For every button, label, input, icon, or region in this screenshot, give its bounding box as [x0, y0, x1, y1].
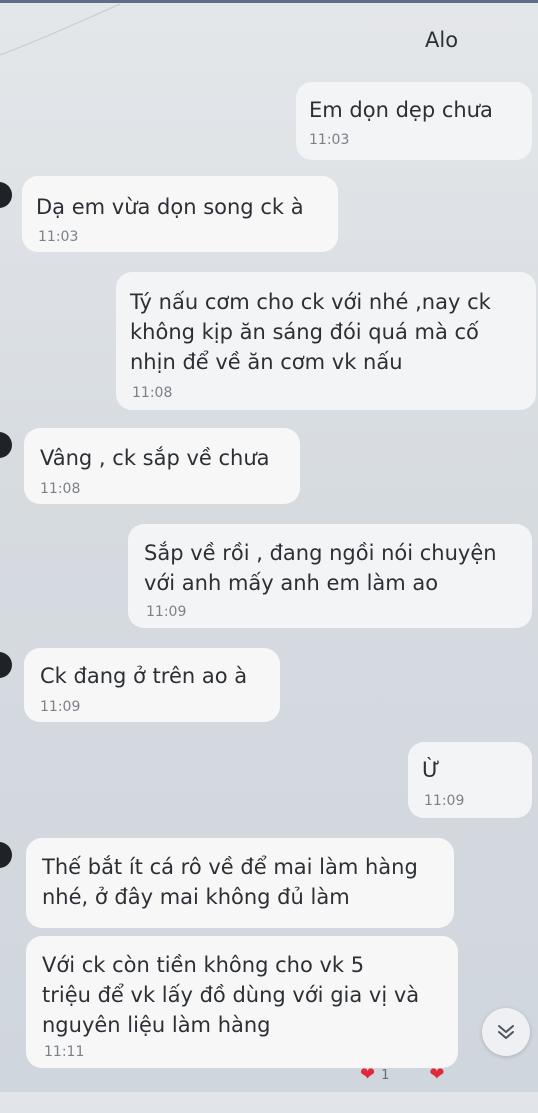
message-text: Thế bắt ít cá rô về để mai làm hàng nhé,… [42, 855, 418, 909]
message-text: Sắp về rồi , đang ngồi nói chuyện với an… [144, 541, 497, 595]
message-time: 11:03 [38, 229, 79, 245]
heart-icon[interactable]: ❤ [360, 1066, 375, 1084]
message-time: 11:08 [40, 481, 81, 497]
message-text: Ck đang ở trên ao à [40, 664, 248, 688]
message-time: 11:09 [40, 699, 81, 715]
avatar[interactable] [0, 182, 12, 208]
message-bubble-outgoing[interactable]: Sắp về rồi , đang ngồi nói chuyện với an… [128, 524, 532, 628]
composer-bar-edge [0, 1092, 538, 1113]
heart-icon[interactable]: ❤ [429, 1066, 444, 1084]
message-time: 11:03 [309, 132, 350, 148]
message-time: 11:09 [424, 793, 465, 809]
message-time: 11:09 [146, 604, 187, 620]
message-bubble-outgoing[interactable]: Ừ 11:09 [408, 742, 532, 818]
message-bubble-outgoing[interactable]: Alo [405, 14, 530, 66]
chevron-double-down-icon [498, 1025, 514, 1039]
message-text: Với ck còn tiền không cho vk 5 triệu để … [42, 953, 420, 1037]
message-bubble-incoming[interactable]: Thế bắt ít cá rô về để mai làm hàng nhé,… [26, 838, 454, 928]
reaction-count: 1 [381, 1067, 390, 1083]
avatar[interactable] [0, 652, 12, 678]
message-bubble-incoming[interactable]: Vâng , ck sắp về chưa 11:08 [24, 428, 300, 504]
message-text: Vâng , ck sắp về chưa [40, 446, 270, 470]
window-top-edge [0, 0, 538, 3]
avatar[interactable] [0, 432, 12, 458]
message-bubble-incoming[interactable]: Với ck còn tiền không cho vk 5 triệu để … [26, 936, 458, 1068]
message-bubble-incoming[interactable]: Dạ em vừa dọn song ck à 11:03 [22, 176, 338, 252]
message-text: Em dọn dẹp chưa [309, 98, 493, 122]
message-bubble-outgoing[interactable]: Em dọn dẹp chưa 11:03 [296, 82, 532, 160]
message-time: 11:08 [132, 385, 173, 401]
message-bubble-incoming[interactable]: Ck đang ở trên ao à 11:09 [24, 648, 280, 722]
message-text: Tý nấu cơm cho ck với nhé ,nay ck không … [130, 290, 491, 374]
avatar[interactable] [0, 842, 12, 868]
message-text: Alo [425, 28, 459, 52]
reaction-bar[interactable]: ❤ 1 ❤ [360, 1063, 444, 1087]
scroll-to-bottom-button[interactable] [482, 1008, 530, 1056]
message-bubble-outgoing[interactable]: Tý nấu cơm cho ck với nhé ,nay ck không … [116, 272, 536, 410]
message-time: 11:11 [44, 1044, 85, 1060]
message-text: Ừ [422, 758, 441, 782]
message-text: Dạ em vừa dọn song ck à [36, 195, 304, 219]
